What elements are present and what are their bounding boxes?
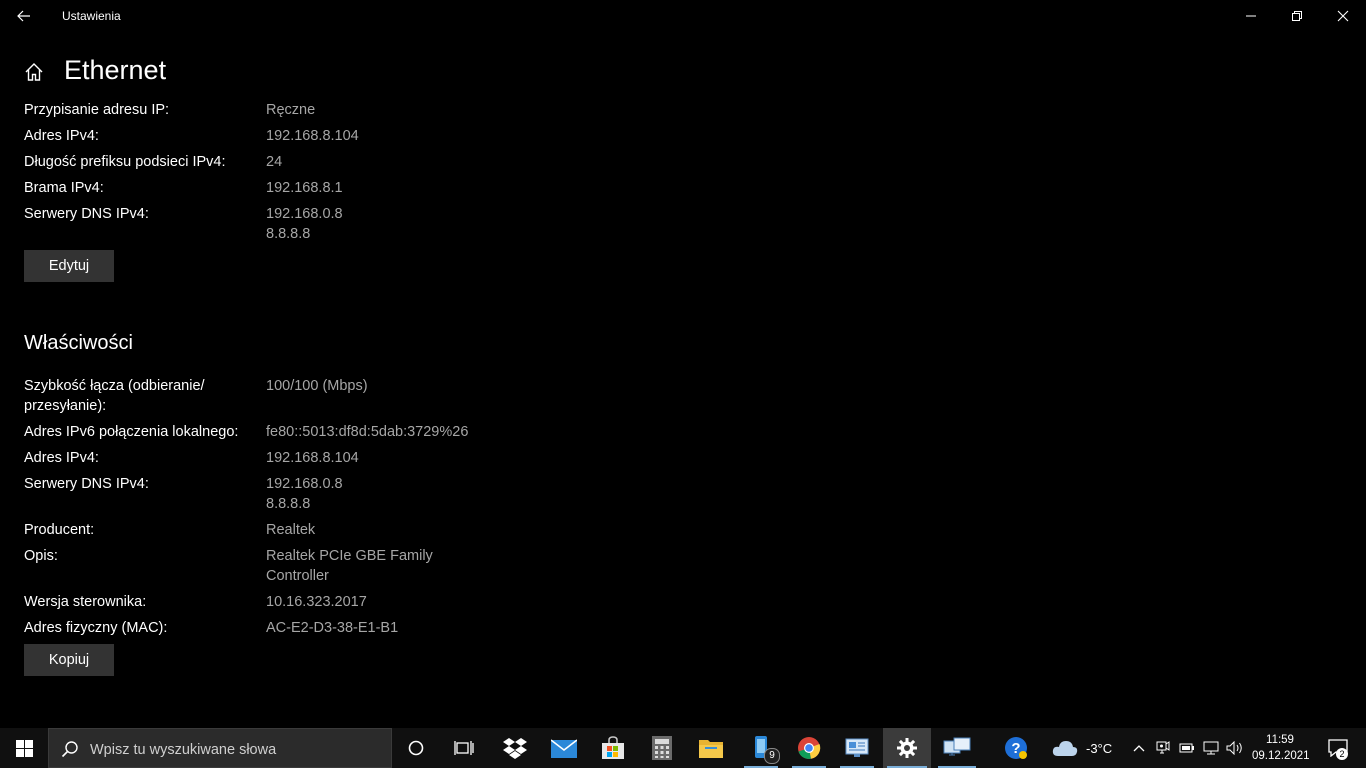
- weather-temperature: -3°C: [1086, 740, 1113, 756]
- property-value: fe80::5013:df8d:5dab:3729%26: [266, 424, 469, 440]
- calculator-app[interactable]: [641, 728, 683, 768]
- your-phone-app[interactable]: 9: [740, 728, 782, 768]
- property-value: Controller: [266, 568, 329, 584]
- restore-button[interactable]: [1274, 0, 1320, 32]
- chevron-up-icon: [1133, 745, 1145, 752]
- notification-count-badge: 2: [1336, 748, 1348, 760]
- meet-now-button[interactable]: [1152, 728, 1174, 768]
- webcam-icon: [1156, 741, 1170, 754]
- battery-button[interactable]: [1176, 728, 1198, 768]
- dropbox-icon: [503, 738, 527, 759]
- task-view-icon: [454, 741, 474, 755]
- windows-logo-icon: [15, 739, 33, 757]
- property-label: Opis:: [24, 548, 58, 564]
- taskbar-clock[interactable]: 11:59 09.12.2021: [1252, 732, 1310, 764]
- property-value: Ręczne: [266, 102, 316, 118]
- close-icon: [1337, 10, 1349, 22]
- chrome-app[interactable]: [788, 728, 830, 768]
- folder-icon: [699, 740, 723, 758]
- battery-plug-icon: [1179, 743, 1194, 753]
- property-value: 192.168.8.104: [266, 450, 359, 466]
- property-value: 10.16.323.2017: [266, 594, 367, 610]
- network-monitor-icon: [845, 738, 869, 757]
- copy-button[interactable]: Kopiuj: [24, 644, 114, 676]
- property-label: Serwery DNS IPv4:: [24, 476, 149, 492]
- remote-desktop-app[interactable]: [934, 728, 980, 768]
- cortana-button[interactable]: [396, 728, 436, 768]
- file-explorer-app[interactable]: [690, 728, 732, 768]
- volume-button[interactable]: [1224, 728, 1246, 768]
- search-input[interactable]: [88, 737, 382, 763]
- start-button[interactable]: [0, 728, 48, 768]
- property-value: 8.8.8.8: [266, 226, 311, 242]
- property-value: 192.168.8.104: [266, 128, 359, 144]
- settings-app[interactable]: [883, 728, 931, 768]
- remote-desktop-icon: [943, 737, 971, 756]
- help-question-icon: ?: [1005, 737, 1027, 759]
- store-bag-icon: [602, 736, 624, 759]
- page-title: Ethernet: [64, 55, 167, 85]
- dropbox-app[interactable]: [494, 728, 536, 768]
- close-button[interactable]: [1320, 0, 1366, 32]
- taskbar: 9: [0, 728, 1366, 768]
- property-value: 192.168.0.8: [266, 476, 343, 492]
- cloud-icon: [1052, 741, 1078, 756]
- gear-icon: [897, 738, 917, 758]
- property-value: Realtek: [266, 522, 316, 538]
- property-value: 192.168.8.1: [266, 180, 343, 196]
- property-value: Realtek PCIe GBE Family: [266, 548, 433, 564]
- help-tray-button[interactable]: ?: [998, 728, 1034, 768]
- edit-button[interactable]: Edytuj: [24, 250, 114, 282]
- cortana-circle-icon: [408, 740, 424, 756]
- search-icon: [61, 741, 78, 758]
- property-label: Wersja sterownika:: [24, 594, 147, 610]
- arrow-left-icon: [17, 10, 30, 22]
- home-icon[interactable]: [24, 62, 44, 82]
- minimize-icon: [1246, 15, 1256, 17]
- property-label: Producent:: [24, 522, 95, 538]
- property-label: Adres IPv6 połączenia lokalnego:: [24, 424, 239, 440]
- taskbar-search[interactable]: [48, 728, 392, 768]
- title-bar: Ustawienia: [0, 0, 1366, 32]
- property-label: Brama IPv4:: [24, 180, 104, 196]
- network-tray-button[interactable]: [1200, 728, 1222, 768]
- property-label: Adres IPv4:: [24, 450, 99, 466]
- chrome-icon: [798, 737, 821, 759]
- property-label: Szybkość łącza (odbieranie/: [24, 378, 205, 394]
- property-label: Serwery DNS IPv4:: [24, 206, 149, 222]
- weather-widget[interactable]: -3°C: [1052, 728, 1120, 768]
- phone-notification-badge: 9: [764, 748, 780, 764]
- property-label: Adres fizyczny (MAC):: [24, 620, 168, 636]
- show-hidden-icons-button[interactable]: [1128, 728, 1150, 768]
- property-label: Przypisanie adresu IP:: [24, 102, 170, 118]
- property-value: 192.168.0.8: [266, 206, 343, 222]
- calculator-icon: [652, 736, 672, 760]
- back-button[interactable]: [8, 0, 40, 32]
- ethernet-icon: [1203, 741, 1219, 755]
- property-value: 24: [266, 154, 283, 170]
- speaker-icon: [1226, 741, 1242, 755]
- store-app[interactable]: [592, 728, 634, 768]
- clock-date: 09.12.2021: [1252, 750, 1310, 762]
- property-value: AC-E2-D3-38-E1-B1: [266, 620, 399, 636]
- property-label: przesyłanie):: [24, 398, 107, 414]
- property-label: Długość prefiksu podsieci IPv4:: [24, 154, 226, 170]
- app-title: Ustawienia: [62, 9, 121, 23]
- settings-window: Ustawienia Ethernet Przypisanie adresu I…: [0, 0, 1366, 728]
- clock-time: 11:59: [1266, 734, 1294, 746]
- property-value: 8.8.8.8: [266, 496, 311, 512]
- task-view-button[interactable]: [444, 728, 484, 768]
- restore-icon: [1292, 11, 1302, 21]
- property-label: Adres IPv4:: [24, 128, 99, 144]
- mail-icon: [551, 739, 577, 758]
- network-app[interactable]: [836, 728, 878, 768]
- property-value: 100/100 (Mbps): [266, 378, 368, 394]
- minimize-button[interactable]: [1228, 0, 1274, 32]
- mail-app[interactable]: [543, 728, 585, 768]
- properties-heading: Właściwości: [24, 332, 133, 354]
